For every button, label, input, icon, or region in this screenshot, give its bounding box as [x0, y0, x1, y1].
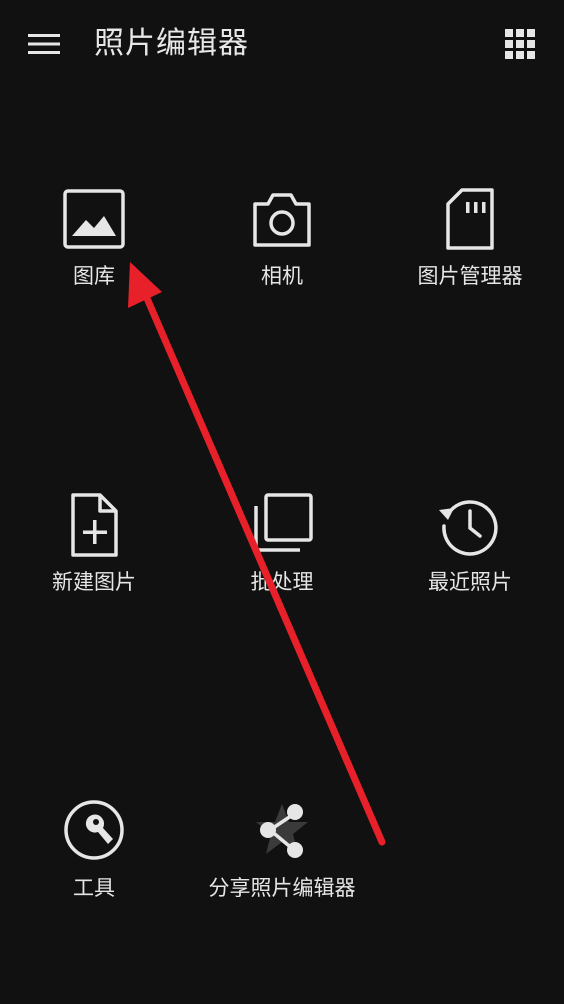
tile-gallery[interactable]: 图库 [0, 186, 188, 326]
tile-tools[interactable]: 工具 [0, 798, 188, 938]
history-clock-icon [439, 500, 498, 556]
grid-apps-icon [505, 29, 535, 59]
sd-card-icon [446, 188, 494, 250]
camera-icon [253, 193, 311, 247]
share-icon [256, 804, 308, 858]
hamburger-menu-button[interactable] [22, 26, 66, 62]
tile-label: 最近照片 [428, 570, 512, 594]
photo-editor-home-screen: 照片编辑器 图库 相机 图片管理器 新建图片 批处理 最近照片 工具 分享照片编… [0, 0, 564, 1004]
tile-batch-process[interactable]: 批处理 [188, 492, 376, 632]
tile-image-manager[interactable]: 图片管理器 [376, 186, 564, 326]
tile-camera[interactable]: 相机 [188, 186, 376, 326]
tile-label: 图片管理器 [417, 264, 523, 288]
gallery-image-icon [63, 189, 125, 249]
tile-new-image[interactable]: 新建图片 [0, 492, 188, 632]
app-title: 照片编辑器 [94, 26, 249, 61]
tile-share-app[interactable]: 分享照片编辑器 [188, 798, 376, 938]
tile-label: 分享照片编辑器 [208, 876, 356, 900]
hamburger-menu-icon [28, 34, 60, 54]
apps-grid-button[interactable] [500, 24, 540, 64]
new-file-icon [71, 493, 118, 557]
wrench-tool-icon [64, 800, 124, 860]
app-bar: 照片编辑器 [0, 0, 564, 88]
tile-recent-photos[interactable]: 最近照片 [376, 492, 564, 632]
batch-stack-icon [254, 493, 313, 552]
